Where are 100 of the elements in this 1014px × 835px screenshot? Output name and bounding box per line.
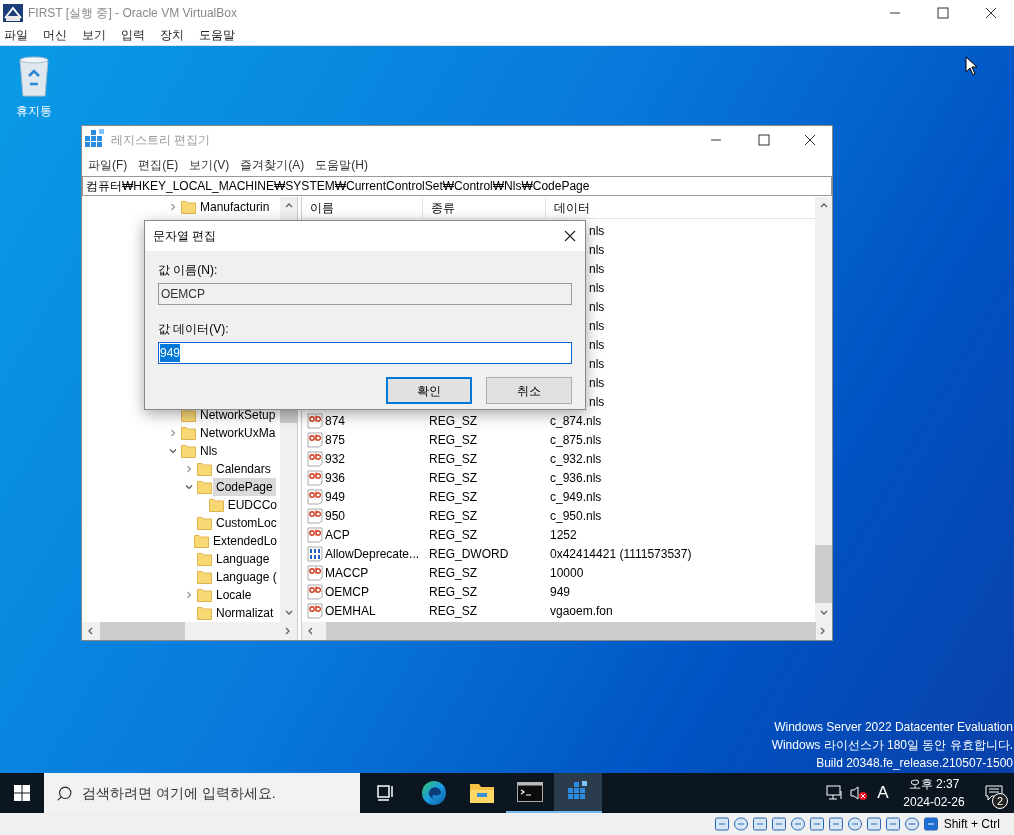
value-data: c_949.nls bbox=[549, 488, 602, 506]
tree-item[interactable]: NetworkSetup bbox=[197, 406, 279, 424]
folder-icon bbox=[197, 570, 212, 584]
dialog-button[interactable]: 확인 bbox=[386, 377, 472, 404]
tree-item[interactable]: Normalizat bbox=[213, 604, 277, 622]
value-type: REG_SZ bbox=[428, 507, 478, 525]
value-type: REG_SZ bbox=[428, 583, 478, 601]
close-icon[interactable] bbox=[985, 6, 997, 19]
string-value-icon bbox=[307, 412, 323, 429]
value-name[interactable]: OEMHAL bbox=[325, 601, 376, 620]
folder-icon bbox=[197, 462, 212, 476]
value-name[interactable]: OEMCP bbox=[325, 582, 369, 601]
value-data: nls bbox=[589, 355, 605, 373]
value-data: 0x42414421 (1111573537) bbox=[549, 545, 692, 563]
value-name[interactable]: MACCP bbox=[325, 563, 369, 582]
menu-item[interactable]: 즐겨찾기(A) bbox=[240, 155, 305, 174]
value-name[interactable]: 950 bbox=[325, 506, 346, 525]
folder-icon bbox=[181, 200, 196, 214]
maximize-icon[interactable] bbox=[758, 133, 770, 146]
value-name-field[interactable]: OEMCP bbox=[158, 283, 572, 305]
tree-item[interactable]: CustomLoc bbox=[213, 514, 280, 532]
string-value-icon bbox=[307, 602, 323, 619]
value-name[interactable]: AllowDeprecate... bbox=[325, 544, 420, 563]
string-value-icon bbox=[307, 450, 323, 467]
search-box[interactable]: 검색하려면 여기에 입력하세요. bbox=[44, 773, 360, 813]
menu-item[interactable]: 파일(F) bbox=[88, 155, 128, 174]
string-value-icon bbox=[307, 583, 323, 600]
value-name[interactable]: 949 bbox=[325, 487, 346, 506]
value-data: nls bbox=[589, 260, 605, 278]
menu-item[interactable]: 편집(E) bbox=[138, 155, 179, 174]
menu-item[interactable]: 도움말(H) bbox=[315, 155, 368, 174]
folder-icon bbox=[197, 516, 212, 530]
address-bar[interactable]: 컴퓨터₩HKEY_LOCAL_MACHINE₩SYSTEM₩CurrentControlSet₩Control₩Nls₩CodePage bbox=[82, 176, 832, 196]
terminal-icon bbox=[517, 782, 543, 802]
value-data: c_875.nls bbox=[549, 431, 602, 449]
field-label: 값 이름(N): bbox=[158, 262, 219, 279]
mouse-cursor-icon bbox=[965, 56, 978, 76]
value-name[interactable]: 936 bbox=[325, 468, 346, 487]
menu-item[interactable]: 장치 bbox=[160, 26, 184, 44]
scroll-thumb[interactable] bbox=[100, 622, 185, 640]
value-data: nls bbox=[589, 241, 605, 259]
value-data: nls bbox=[589, 374, 605, 392]
folder-icon bbox=[197, 552, 212, 566]
value-name[interactable]: 932 bbox=[325, 449, 346, 468]
value-name[interactable]: 874 bbox=[325, 411, 346, 430]
scroll-thumb[interactable] bbox=[815, 545, 832, 603]
column-header[interactable]: 종류 bbox=[423, 197, 546, 218]
task-view-icon bbox=[376, 784, 396, 802]
value-data: c_950.nls bbox=[549, 507, 602, 525]
column-header[interactable]: 데이터 bbox=[546, 197, 815, 218]
dialog-button[interactable]: 취소 bbox=[486, 377, 572, 404]
value-type: REG_SZ bbox=[428, 602, 478, 620]
value-name[interactable]: ACP bbox=[325, 525, 350, 544]
value-data: vgaoem.fon bbox=[549, 602, 613, 620]
value-data: 1252 bbox=[549, 526, 577, 544]
menu-item[interactable]: 파일 bbox=[4, 26, 28, 44]
menu-item[interactable]: 보기 bbox=[82, 26, 106, 44]
menu-item[interactable]: 입력 bbox=[121, 26, 145, 44]
value-type: REG_SZ bbox=[428, 488, 478, 506]
tree-item[interactable]: Language bbox=[213, 550, 273, 568]
close-icon[interactable] bbox=[564, 230, 576, 242]
tree-item[interactable]: ExtendedLo bbox=[209, 532, 280, 550]
tree-item[interactable]: Calendars bbox=[213, 460, 274, 478]
folder-icon bbox=[193, 534, 209, 548]
value-data: c_936.nls bbox=[549, 469, 602, 487]
menu-item[interactable]: 머신 bbox=[43, 26, 67, 44]
folder-icon bbox=[208, 498, 224, 512]
folder-icon bbox=[181, 426, 196, 440]
search-icon bbox=[56, 784, 73, 802]
column-header[interactable]: 이름 bbox=[302, 197, 423, 218]
tree-item[interactable]: EUDCCo bbox=[224, 496, 280, 514]
value-type: REG_SZ bbox=[428, 412, 478, 430]
tree-item[interactable]: Nls bbox=[197, 442, 221, 460]
menu-item[interactable]: 도움말 bbox=[199, 26, 235, 44]
muted-speaker-icon[interactable] bbox=[850, 785, 868, 801]
tree-item[interactable]: Locale bbox=[213, 586, 255, 604]
tree-item[interactable]: CodePage bbox=[213, 478, 276, 496]
value-type: REG_DWORD bbox=[428, 545, 510, 563]
value-type: REG_SZ bbox=[428, 469, 478, 487]
search-field[interactable]: 검색하려면 여기에 입력하세요. bbox=[82, 782, 360, 804]
start-icon[interactable] bbox=[14, 785, 30, 801]
tree-item[interactable]: NetworkUxMa bbox=[197, 424, 279, 442]
value-data: nls bbox=[589, 222, 605, 240]
window-title: FIRST [실행 중] - Oracle VM VirtualBox bbox=[28, 4, 237, 22]
input-indicator[interactable]: A bbox=[872, 780, 894, 806]
folder-icon bbox=[197, 606, 212, 620]
menu-item[interactable]: 보기(V) bbox=[189, 155, 230, 174]
vertical-scrollbar[interactable] bbox=[815, 197, 832, 622]
horizontal-scrollbar[interactable] bbox=[82, 622, 297, 640]
maximize-icon[interactable] bbox=[937, 6, 949, 19]
tree-item[interactable]: Manufacturin bbox=[197, 198, 273, 216]
value-name[interactable]: 875 bbox=[325, 430, 346, 449]
edition-text: Build 20348.fe_release.210507-1500 bbox=[816, 755, 1013, 772]
clock[interactable]: 오후 2:37 2024-02-26 bbox=[894, 775, 974, 811]
value-data-field[interactable]: 949 bbox=[158, 342, 572, 364]
close-icon[interactable] bbox=[804, 133, 816, 146]
taskbar-button[interactable] bbox=[554, 773, 602, 813]
browser-icon bbox=[421, 780, 447, 806]
tree-item[interactable]: Language ( bbox=[213, 568, 280, 586]
time-text: 오후 2:37 bbox=[908, 776, 960, 793]
